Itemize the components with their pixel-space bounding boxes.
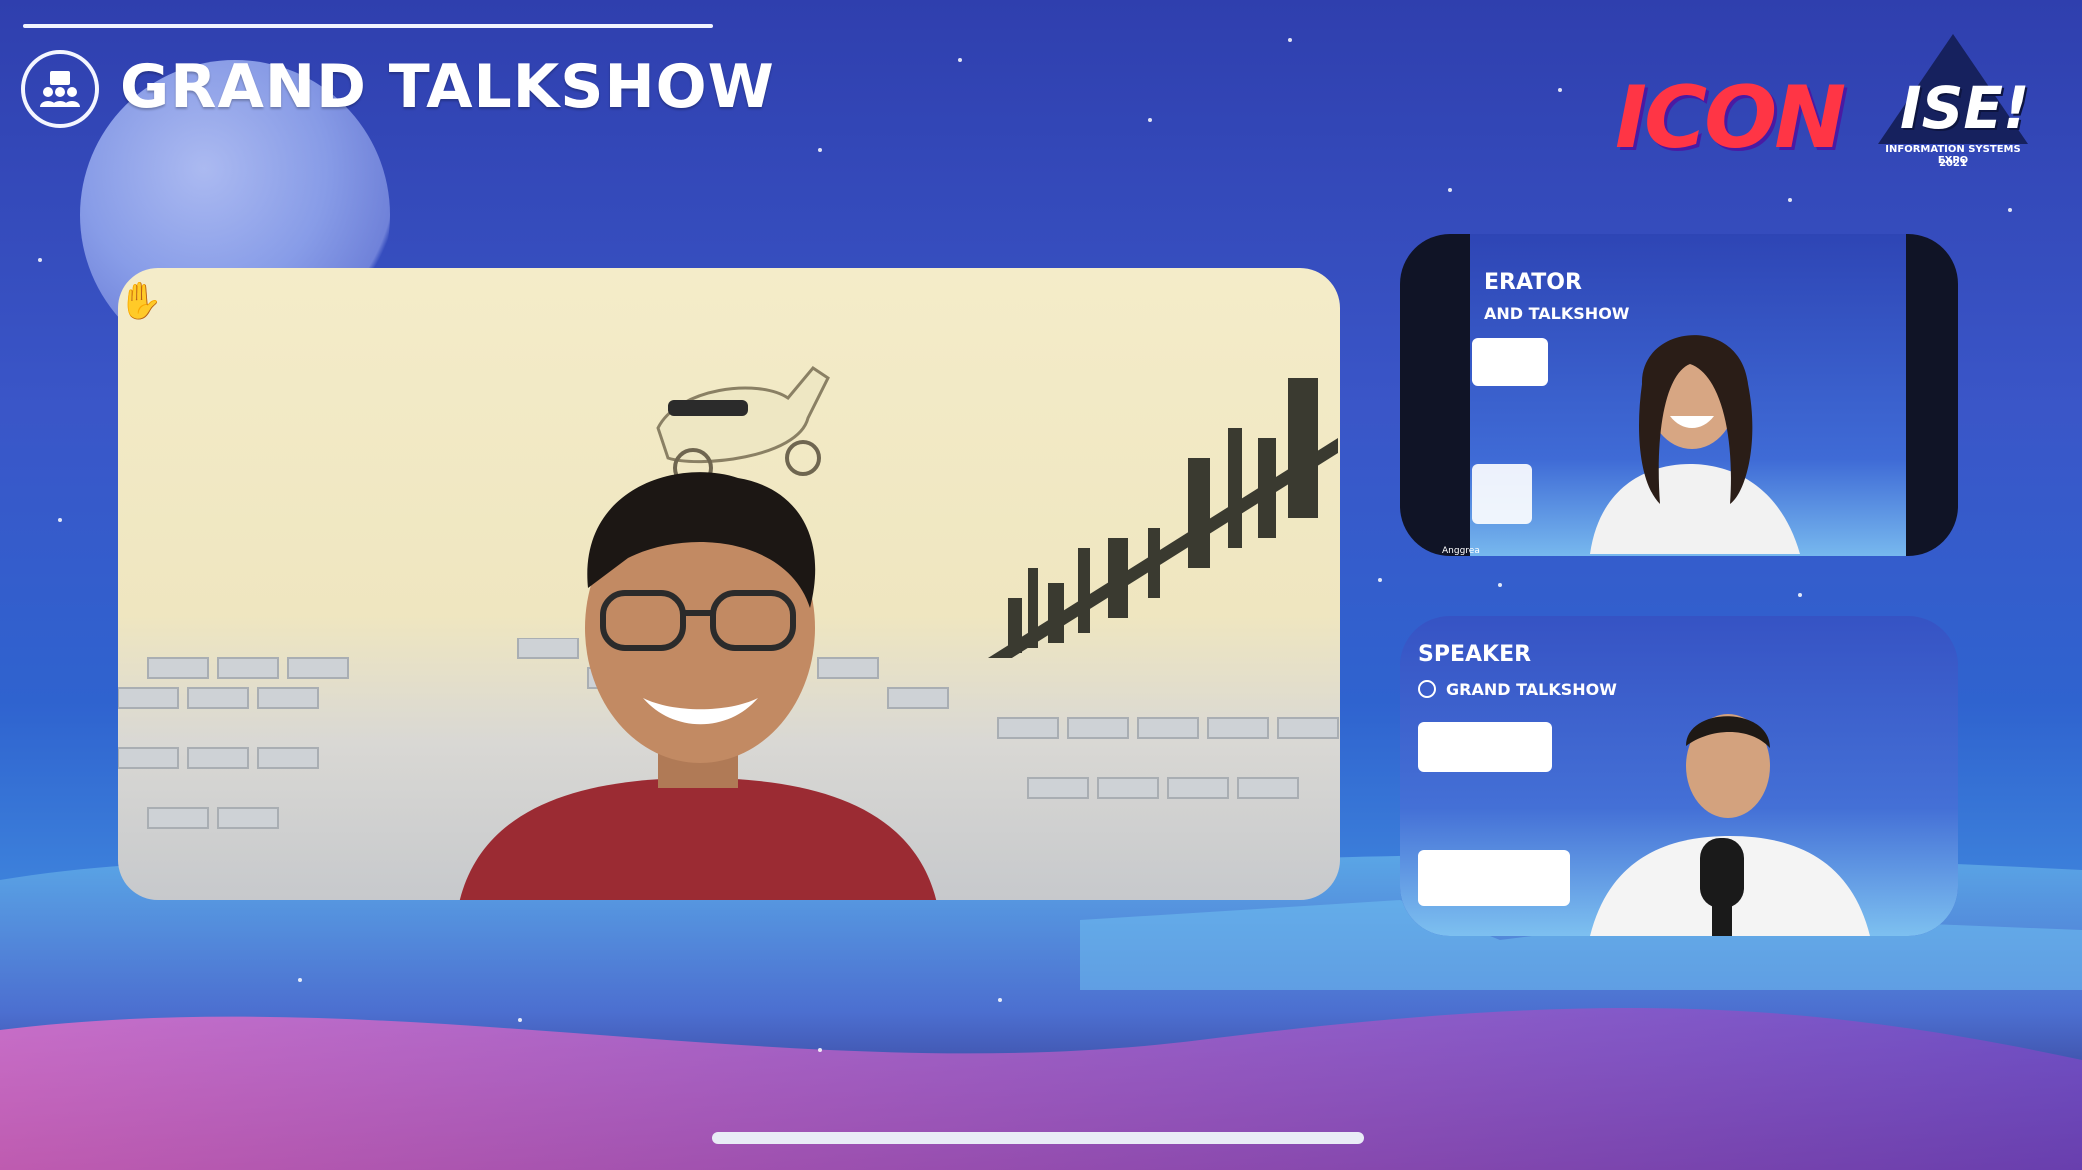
header-rule [23,24,713,28]
participant-video-feed [1590,335,1800,554]
moderator-video-tile[interactable]: ERATOR AND TALKSHOW Anggrea [1400,234,1958,556]
sponsor-card [1472,338,1548,386]
virtual-background: GRAND TALKSHOW ICON ISE! INFORMATION SYS… [0,0,2082,1170]
media-partner-card [1418,850,1570,906]
moderator-video-feed: ERATOR AND TALKSHOW [1470,234,1906,556]
icon-logo: ICON [1615,68,1846,168]
media-partner-card [1472,464,1532,524]
talkshow-people-icon [21,50,99,128]
raised-hand-icon: ✋ [118,281,163,322]
tile-role-label: SPEAKER [1418,642,1532,667]
ise-logo-text: ISE! [1900,74,2030,142]
main-video-tile[interactable] [118,268,1340,900]
home-indicator-bar[interactable] [712,1132,1364,1144]
ise-logo: ISE! INFORMATION SYSTEMS EXPO 2021 [1878,34,2030,174]
tile-role-label: ERATOR [1484,270,1582,295]
participant-video-feed [459,472,937,900]
sponsor-card [1418,722,1552,772]
ise-logo-year: 2021 [1939,158,1967,169]
city-skyline-wall-drawing [988,378,1338,658]
speaker-video-tile[interactable]: SPEAKER GRAND TALKSHOW [1400,616,1958,936]
page-title: GRAND TALKSHOW [120,52,775,122]
talkshow-people-icon [1418,680,1436,698]
participant-video-feed [1590,714,1870,936]
participant-name-tag: Anggrea [1442,546,1480,556]
speaker-video-feed: SPEAKER GRAND TALKSHOW [1400,616,1958,936]
